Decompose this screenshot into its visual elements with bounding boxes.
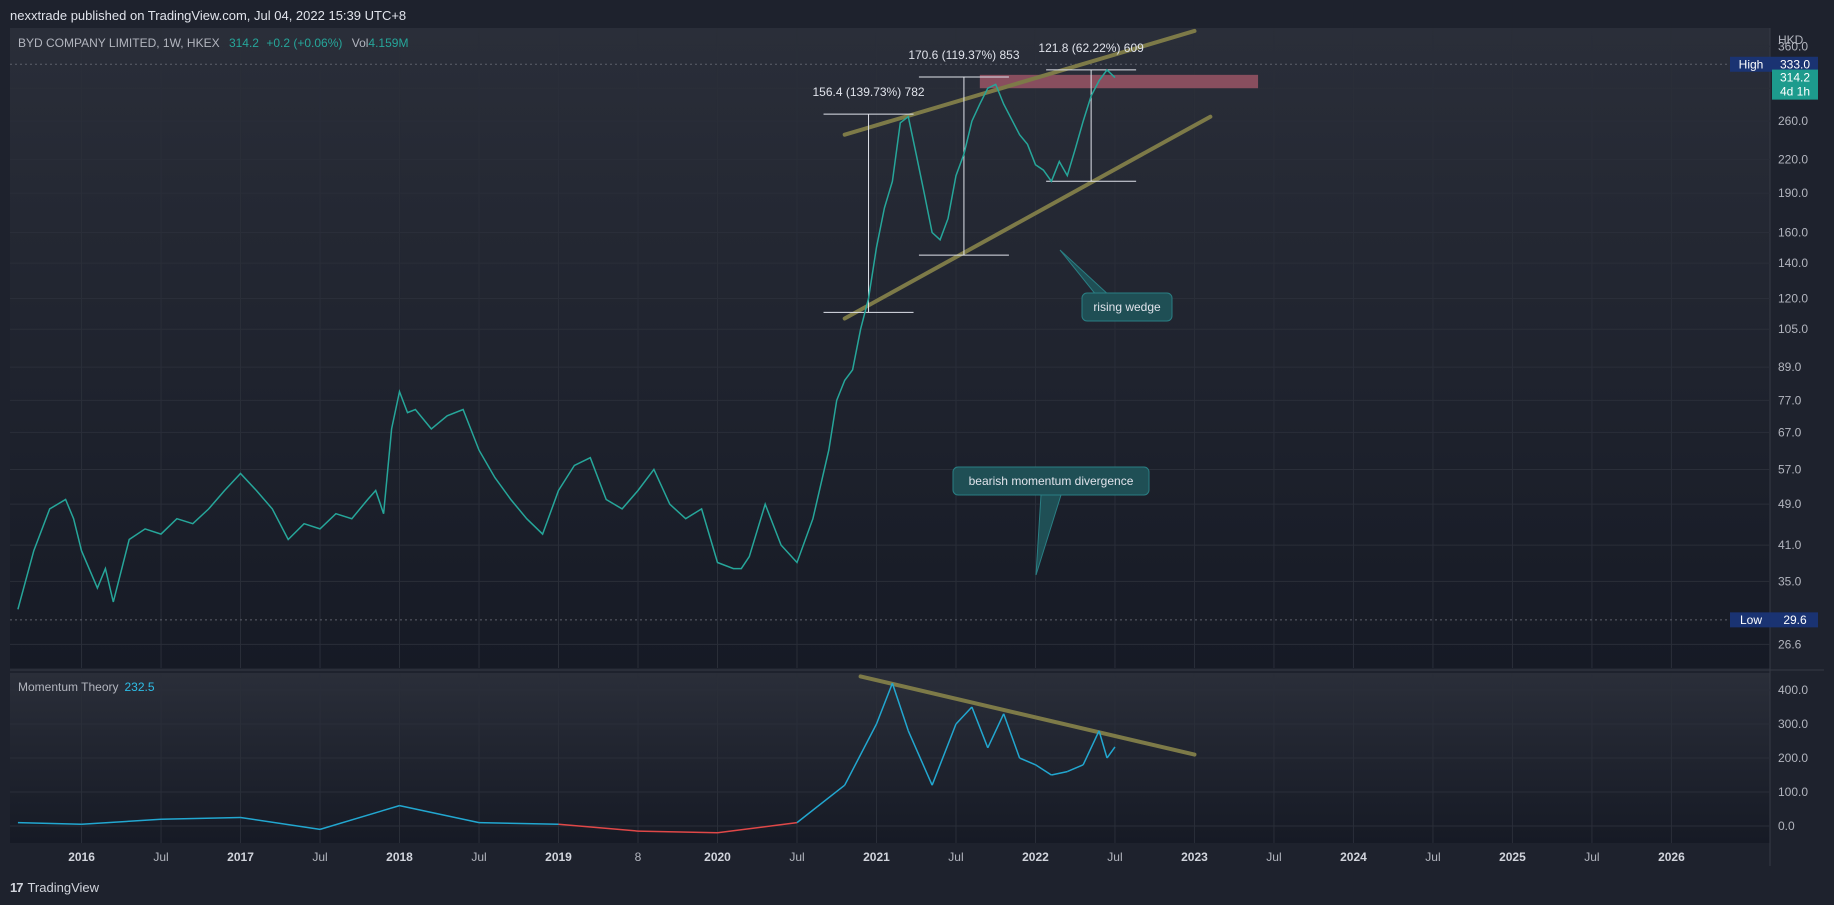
last-price-text: 314.2 (1780, 71, 1810, 85)
time-tick-label: 2025 (1499, 850, 1526, 864)
time-tick-label: 2020 (704, 850, 731, 864)
time-tick-label: 2023 (1181, 850, 1208, 864)
measure-1-label: 156.4 (139.73%) 782 (812, 85, 924, 99)
symbol-title[interactable]: BYD COMPANY LIMITED, 1W, HKEX (18, 36, 220, 50)
last-price: 314.2 (228, 36, 259, 50)
time-tick-label: Jul (948, 850, 963, 864)
time-tick-label: 2024 (1340, 850, 1367, 864)
price-tick-label: 57.0 (1778, 462, 1802, 476)
price-tick-label: 120.0 (1778, 292, 1808, 306)
price-tick-label: 41.0 (1778, 538, 1802, 552)
momentum-tick-label: 300.0 (1778, 717, 1808, 731)
time-tick-label: Jul (789, 850, 804, 864)
time-tick-label: Jul (1266, 850, 1281, 864)
time-tick-label: 8 (635, 850, 642, 864)
indicator-name[interactable]: Momentum Theory (18, 680, 118, 694)
vol-value: 4.159M (368, 36, 409, 50)
time-tick-label: 2017 (227, 850, 254, 864)
currency-label: HKD (1778, 33, 1804, 47)
divergence-callout-text: bearish momentum divergence (969, 474, 1134, 488)
brand-name: TradingView (27, 880, 100, 895)
price-change: +0.2 (+0.06%) (266, 36, 343, 50)
price-tick-label: 220.0 (1778, 152, 1808, 166)
price-pane (10, 28, 1770, 668)
momentum-tick-label: 400.0 (1778, 683, 1808, 697)
time-tick-label: 2021 (863, 850, 890, 864)
time-tick-label: 2026 (1658, 850, 1685, 864)
rising-wedge-callout-text: rising wedge (1093, 300, 1161, 314)
time-tick-label: Jul (153, 850, 168, 864)
momentum-tick-label: 0.0 (1778, 819, 1795, 833)
price-tick-label: 35.0 (1778, 574, 1802, 588)
time-tick-label: Jul (312, 850, 327, 864)
time-tick-label: 2019 (545, 850, 572, 864)
high-tag-label: High (1739, 57, 1764, 71)
price-tick-label: 190.0 (1778, 186, 1808, 200)
price-tick-label: 26.6 (1778, 637, 1802, 651)
time-tick-label: Jul (1584, 850, 1599, 864)
time-tick-label: Jul (1425, 850, 1440, 864)
price-tick-label: 140.0 (1778, 256, 1808, 270)
countdown-text: 4d 1h (1780, 85, 1810, 99)
time-tick-label: 2022 (1022, 850, 1049, 864)
price-tick-label: 67.0 (1778, 425, 1802, 439)
high-value-badge-text: 333.0 (1780, 57, 1810, 71)
indicator-value: 232.5 (124, 680, 155, 694)
time-tick-label: 2018 (386, 850, 413, 864)
price-tick-label: 89.0 (1778, 360, 1802, 374)
tv-logo-icon: 17 (10, 880, 24, 895)
vol-label: Vol (351, 36, 369, 50)
time-tick-label: Jul (471, 850, 486, 864)
price-tick-label: 77.0 (1778, 393, 1802, 407)
low-value-badge-text: 29.6 (1783, 613, 1807, 627)
footer-brand[interactable]: 17 TradingView (10, 880, 99, 895)
chart-canvas[interactable]: 360.0300.0260.0220.0190.0160.0140.0120.0… (0, 0, 1834, 905)
measure-2-label: 170.6 (119.37%) 853 (908, 48, 1020, 62)
price-tick-label: 160.0 (1778, 226, 1808, 240)
price-tick-label: 260.0 (1778, 114, 1808, 128)
momentum-tick-label: 100.0 (1778, 785, 1808, 799)
momentum-tick-label: 200.0 (1778, 751, 1808, 765)
indicator-legend: Momentum Theory 232.5 (18, 680, 155, 694)
time-tick-label: 2016 (68, 850, 95, 864)
symbol-legend: BYD COMPANY LIMITED, 1W, HKEX 314.2 +0.2… (18, 36, 408, 50)
price-tick-label: 105.0 (1778, 322, 1808, 336)
low-tag-label: Low (1740, 613, 1762, 627)
time-tick-label: Jul (1107, 850, 1122, 864)
price-tick-label: 49.0 (1778, 497, 1802, 511)
measure-3-label: 121.8 (62.22%) 609 (1038, 41, 1144, 55)
